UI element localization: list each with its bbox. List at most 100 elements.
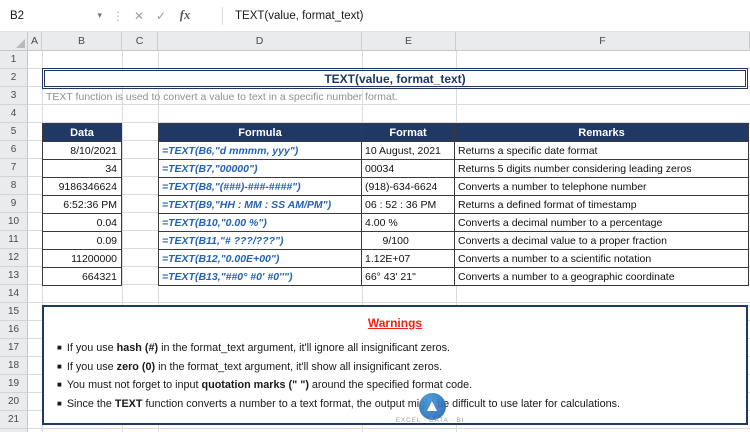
confirm-icon[interactable]: ✓: [150, 0, 172, 31]
data-cell[interactable]: 0.04: [43, 213, 121, 231]
data-cell[interactable]: 0.09: [43, 231, 121, 249]
formula-table: Formula Format Remarks =TEXT(B6,"d mmmm,…: [158, 123, 749, 286]
warning-text-pre: Since the: [66, 397, 115, 410]
row-gutter: 1 2 3 4 5 6 7 8 9 10 11 12 13 14 15 16 17 18 19 20 21: [0, 51, 28, 432]
remarks-cell[interactable]: Converts a decimal value to a proper fra…: [455, 232, 748, 249]
bullet-icon: ■: [57, 361, 62, 371]
row-header-16[interactable]: 16: [0, 321, 27, 339]
format-cell[interactable]: 06 : 52 : 36 PM: [362, 196, 455, 213]
remarks-cell[interactable]: Returns a specific date format: [455, 142, 748, 159]
data-table-body: 8/10/2021 34 9186346624 6:52:36 PM 0.04 0.09 1…: [43, 141, 121, 285]
table-row: =TEXT(B6,"d mmmm, yyy") 10 August, 2021 Re…: [159, 141, 748, 159]
format-cell[interactable]: 1.12E+07: [362, 250, 455, 267]
warnings-box[interactable]: Warnings ■ If you use hash (#) in the for…: [42, 305, 748, 425]
format-cell[interactable]: 4.00 %: [362, 214, 455, 231]
warning-text-bold: quotation marks (" "): [201, 379, 309, 391]
subtitle-text[interactable]: TEXT function is used to convert a value…: [46, 91, 398, 103]
table-row: =TEXT(B8,"(###)-###-####") (918)-634-6624…: [159, 177, 748, 195]
title-box[interactable]: TEXT(value, format_text): [42, 68, 748, 89]
formula-cell[interactable]: =TEXT(B7,"00000"): [159, 160, 362, 177]
remarks-cell[interactable]: Converts a number to a scientific notati…: [455, 250, 748, 267]
warning-text-bold: hash (#): [116, 342, 159, 354]
select-all-corner[interactable]: [0, 32, 28, 50]
warning-text-post: in the format_text argument, it'll ignor…: [158, 342, 450, 354]
formula-cell[interactable]: =TEXT(B12,"0.00E+00"): [159, 250, 362, 267]
warning-text-pre: You must not forget to input: [66, 379, 202, 391]
column-header-format: Format: [362, 124, 455, 141]
formula-cell[interactable]: =TEXT(B11,"# ???/???"): [159, 232, 362, 249]
name-box-dropdown-icon[interactable]: ▾: [97, 10, 108, 21]
insert-function-icon[interactable]: fx: [172, 0, 198, 31]
row-header-3[interactable]: 3: [0, 87, 27, 105]
remarks-cell[interactable]: Converts a number to a geographic coordi…: [455, 268, 748, 285]
warnings-title: Warnings: [367, 316, 423, 330]
row-header-6[interactable]: 6: [0, 141, 27, 159]
row-header-10[interactable]: 10: [0, 213, 27, 231]
row-header-19[interactable]: 19: [0, 375, 27, 393]
excel-window: B2 ▾ ⋮ ✕ ✓ fx TEXT(value, format_text) A…: [0, 0, 750, 432]
row-header-7[interactable]: 7: [0, 159, 27, 177]
formula-cell[interactable]: =TEXT(B10,"0.00 %"): [159, 214, 362, 231]
column-header-D[interactable]: D: [158, 32, 362, 50]
warnings-list: ■ If you use hash (#) in the format_text …: [44, 339, 746, 413]
remarks-cell[interactable]: Returns 5 digits number considering lead…: [455, 160, 748, 177]
column-header-B[interactable]: B: [42, 32, 122, 50]
warning-text-post: around the specified format code.: [308, 379, 473, 391]
remarks-cell[interactable]: Converts a decimal number to a percentag…: [455, 214, 748, 231]
column-header-A[interactable]: A: [28, 32, 42, 50]
name-box-value: B2: [10, 9, 25, 22]
row-header-9[interactable]: 9: [0, 195, 27, 213]
data-table: Data 8/10/2021 34 9186346624 6:52:36 PM 0.04…: [42, 123, 122, 286]
bullet-icon: ■: [57, 398, 62, 408]
watermark-text: EXCEL · DATA · BI: [395, 417, 465, 424]
format-cell[interactable]: (918)-634-6624: [362, 178, 455, 195]
table-row: =TEXT(B11,"# ???/???") 9/100 Converts a d…: [159, 231, 748, 249]
row-header-11[interactable]: 11: [0, 231, 27, 249]
data-cell[interactable]: 34: [43, 159, 121, 177]
formula-cell[interactable]: =TEXT(B9,"HH : MM : SS AM/PM"): [159, 196, 362, 213]
row-header-1[interactable]: 1: [0, 51, 27, 69]
warning-item: ■ Since the TEXT function converts a numb…: [44, 395, 746, 414]
format-cell[interactable]: 10 August, 2021: [362, 142, 455, 159]
column-header-C[interactable]: C: [122, 32, 158, 50]
warning-item: ■ You must not forget to input quotation …: [44, 376, 746, 395]
data-cell[interactable]: 9186346624: [43, 177, 121, 195]
row-header-8[interactable]: 8: [0, 177, 27, 195]
row-header-20[interactable]: 20: [0, 393, 27, 411]
warning-text-bold: zero (0): [116, 360, 156, 373]
data-cell[interactable]: 11200000: [43, 249, 121, 267]
row-header-12[interactable]: 12: [0, 249, 27, 267]
column-header-E[interactable]: E: [362, 32, 456, 50]
formula-cell[interactable]: =TEXT(B13,"##0° #0' #0''"): [159, 268, 362, 285]
data-cell[interactable]: 664321: [43, 267, 121, 285]
remarks-cell[interactable]: Converts a number to telephone number: [455, 178, 748, 195]
table-row: =TEXT(B13,"##0° #0' #0''") 66° 43' 21" Con…: [159, 267, 748, 285]
row-header-2[interactable]: 2: [0, 69, 27, 87]
data-cell[interactable]: 8/10/2021: [43, 141, 121, 159]
formula-cell[interactable]: =TEXT(B8,"(###)-###-####"): [159, 178, 362, 195]
row-header-14[interactable]: 14: [0, 285, 27, 303]
row-header-13[interactable]: 13: [0, 267, 27, 285]
formula-cell[interactable]: =TEXT(B6,"d mmmm, yyy"): [159, 142, 362, 159]
format-cell[interactable]: 00034: [362, 160, 455, 177]
warning-text-pre: If you use: [66, 360, 117, 373]
formula-input[interactable]: TEXT(value, format_text): [223, 10, 750, 22]
column-header-F[interactable]: F: [456, 32, 750, 50]
format-cell[interactable]: 9/100: [362, 232, 455, 249]
row-header-21[interactable]: 21: [0, 411, 27, 429]
row-header-4[interactable]: 4: [0, 105, 27, 123]
format-cell[interactable]: 66° 43' 21": [362, 268, 455, 285]
cancel-icon[interactable]: ✕: [128, 0, 150, 31]
formula-table-header: Formula Format Remarks: [159, 124, 748, 141]
row-header-15[interactable]: 15: [0, 303, 27, 321]
data-cell[interactable]: 6:52:36 PM: [43, 195, 121, 213]
data-table-header: Data: [43, 124, 121, 141]
warning-text-post: function converts a number to a text for…: [142, 397, 620, 410]
row-header-5[interactable]: 5: [0, 123, 27, 141]
name-box[interactable]: B2 ▾: [0, 0, 108, 31]
row-header-18[interactable]: 18: [0, 357, 27, 375]
remarks-cell[interactable]: Returns a defined format of timestamp: [455, 196, 748, 213]
column-header-formula: Formula: [159, 124, 362, 141]
row-header-17[interactable]: 17: [0, 339, 27, 357]
formula-table-body: =TEXT(B6,"d mmmm, yyy") 10 August, 2021 Re…: [159, 141, 748, 285]
